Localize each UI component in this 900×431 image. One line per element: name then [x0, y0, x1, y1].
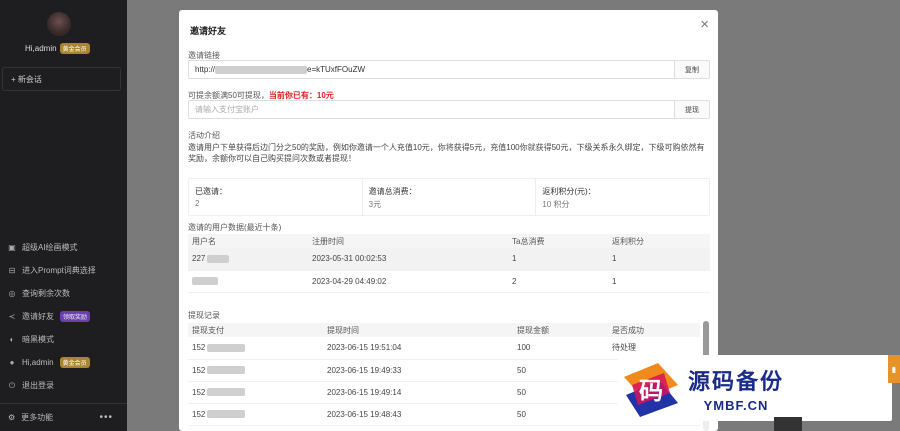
more-icon[interactable]: ••• — [99, 412, 113, 423]
col-withdraw-account: 提现支付 — [188, 323, 323, 337]
sidebar-menu: ▣ 超级AI绘画模式 ⊟ 进入Prompt词典选择 ◎ 查询剩余次数 ≺ 邀请好… — [0, 236, 127, 397]
activity-title: 活动介绍 — [188, 131, 220, 140]
avatar[interactable] — [47, 12, 71, 36]
sidebar: Hi,admin 黄金会员 + 新会话 ▣ 超级AI绘画模式 ⊟ 进入Promp… — [0, 0, 127, 431]
sidebar-item-label: 退出登录 — [22, 381, 54, 390]
watermark-cn: 源码备份 — [688, 368, 785, 395]
watermark: 码 源码备份 YMBF.CN — [618, 355, 892, 421]
withdraw-table-title: 提现记录 — [188, 311, 220, 320]
copy-button[interactable]: 复制 — [674, 61, 709, 78]
background-fragment — [774, 417, 802, 431]
col-register-time: 注册时间 — [308, 234, 508, 248]
col-total-consumption: Ta总消费 — [508, 234, 608, 248]
watermark-logo-icon: 码 — [618, 355, 684, 421]
more-functions-label: 更多功能 — [21, 413, 54, 422]
close-icon[interactable]: × — [700, 16, 709, 33]
sidebar-item-invite[interactable]: ≺ 邀请好友 领取奖励 — [0, 305, 127, 328]
watermark-en: YMBF.CN — [703, 397, 769, 413]
settings-icon: ⚙ — [8, 413, 16, 422]
sidebar-item-ai-draw[interactable]: ▣ 超级AI绘画模式 — [0, 236, 127, 259]
moon-icon: ◐ — [9, 335, 15, 344]
invite-link-value: http://e=kTUxfFOuZW — [195, 65, 366, 74]
sidebar-item-label: 进入Prompt词典选择 — [22, 266, 96, 275]
share-icon: ≺ — [8, 312, 16, 321]
sidebar-item-label: 暗黑模式 — [22, 335, 54, 344]
logout-icon: ⏻ — [8, 380, 16, 390]
vip-badge: 黄金会员 — [59, 357, 90, 368]
image-icon: ▣ — [8, 243, 16, 252]
sidebar-item-label: Hi,admin — [22, 358, 54, 367]
prompt-icon: ⊟ — [8, 266, 16, 275]
watermark-text: 源码备份 YMBF.CN — [688, 364, 784, 413]
user-icon: ● — [9, 358, 15, 367]
table-row: 2023-04-29 04:49:02 2 1 — [188, 270, 710, 293]
sidebar-item-prompt[interactable]: ⊟ 进入Prompt词典选择 — [0, 259, 127, 282]
sidebar-item-label: 邀请好友 — [22, 312, 54, 321]
sidebar-item-label: 超级AI绘画模式 — [22, 243, 78, 252]
stat-invited: 已邀请： 2 — [189, 179, 363, 215]
coin-icon: ◎ — [8, 289, 16, 298]
sidebar-item-user[interactable]: ● Hi,admin 黄金会员 — [0, 351, 127, 374]
new-chat-button[interactable]: + 新会话 — [2, 67, 121, 91]
stat-rebate-points: 返利积分(元)： 10 积分 — [542, 187, 596, 209]
table-row: 227 2023-05-31 00:02:53 1 1 — [188, 248, 710, 271]
alipay-placeholder: 请输入支付宝账户 — [195, 105, 259, 114]
reward-badge: 领取奖励 — [60, 311, 91, 322]
modal-title: 邀请好友 — [190, 26, 227, 36]
withdraw-button[interactable]: 提现 — [674, 101, 709, 118]
col-username: 用户名 — [188, 234, 308, 248]
col-rebate-points: 返利积分 — [608, 234, 710, 248]
user-info: Hi,admin 黄金会员 — [25, 43, 90, 54]
username: Hi,admin — [25, 44, 57, 53]
invite-table-title: 邀请的用户数据(最近十条) — [188, 223, 282, 232]
activity-description: 邀请用户下单获得后边门分之50的奖励，例如你邀请一个人充值10元，你将获得5元，… — [188, 143, 705, 163]
alipay-input[interactable]: 请输入支付宝账户 提现 — [188, 100, 710, 119]
more-functions[interactable]: ⚙ 更多功能 ••• — [0, 403, 127, 431]
vip-badge: 黄金会员 — [59, 43, 90, 54]
sidebar-item-logout[interactable]: ⏻ 退出登录 — [0, 374, 127, 397]
sidebar-item-remaining[interactable]: ◎ 查询剩余次数 — [0, 282, 127, 305]
sidebar-item-dark-mode[interactable]: ◐ 暗黑模式 — [0, 328, 127, 351]
sidebar-item-label: 查询剩余次数 — [22, 289, 70, 298]
stat-total-consumption: 邀请总消费： 3元 — [363, 179, 537, 215]
col-withdraw-time: 提现时间 — [323, 323, 513, 337]
invite-link-field[interactable]: http://e=kTUxfFOuZW 复制 — [188, 60, 710, 79]
invite-stats: 已邀请： 2 邀请总消费： 3元 返利积分(元)： 10 积分 — [188, 178, 710, 216]
col-withdraw-amount: 提现金额 — [513, 323, 608, 337]
watermark-glyph: 码 — [639, 376, 663, 405]
invite-table: 用户名 注册时间 Ta总消费 返利积分 227 2023-05-31 00:02… — [188, 234, 710, 293]
col-withdraw-success: 是否成功 — [608, 323, 700, 337]
side-tab[interactable]: ▮ — [888, 355, 900, 383]
